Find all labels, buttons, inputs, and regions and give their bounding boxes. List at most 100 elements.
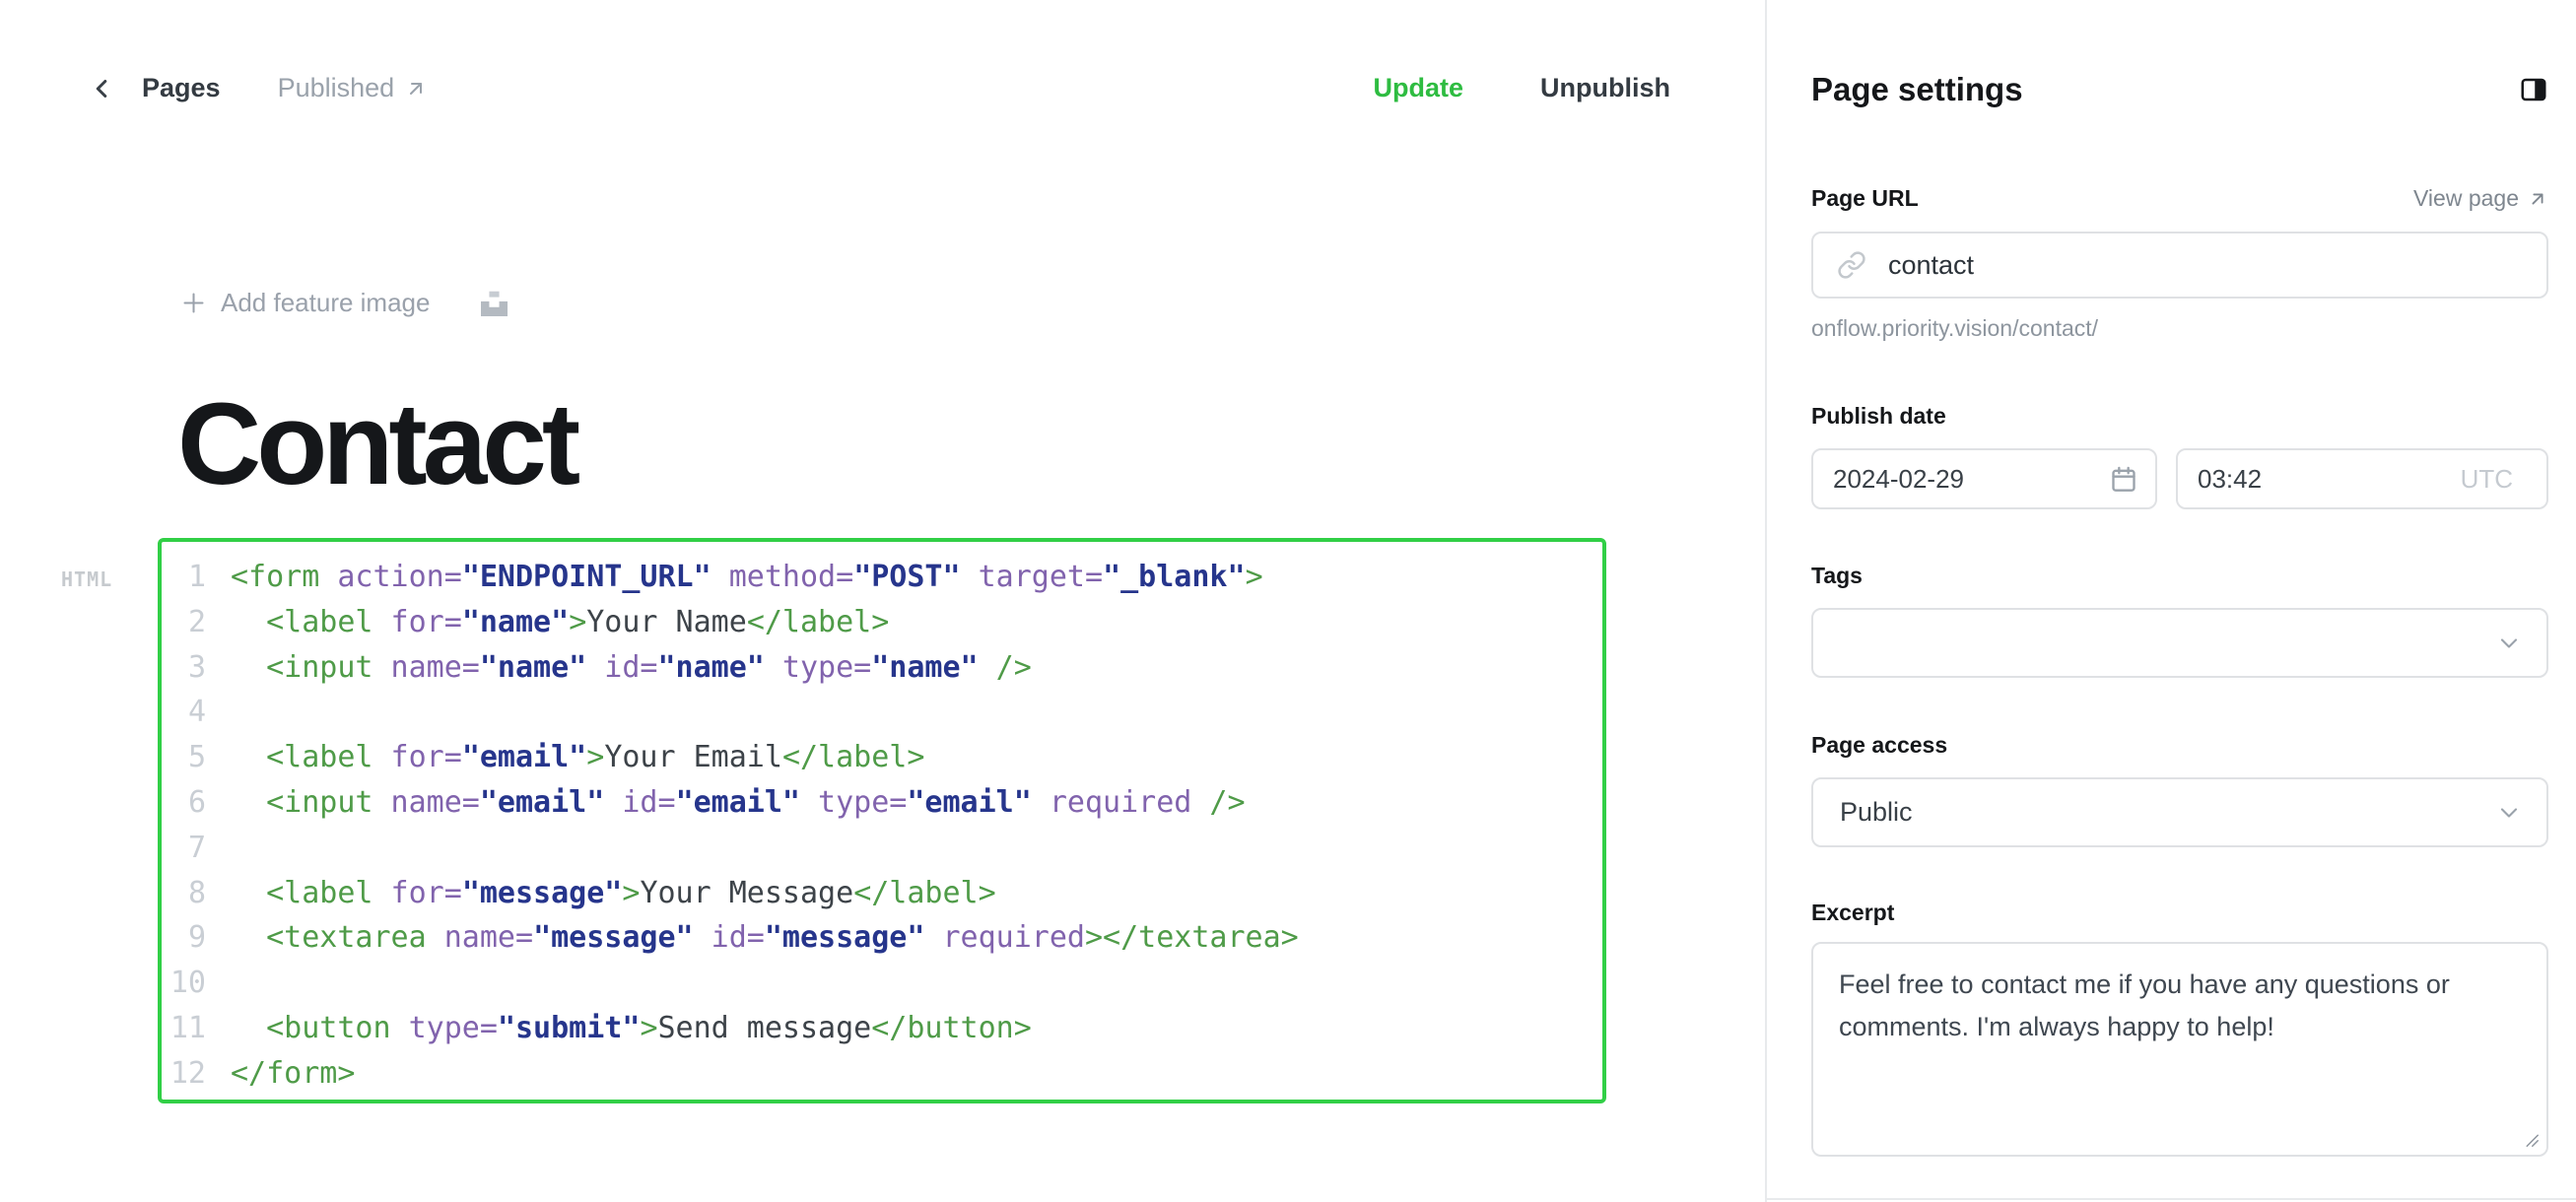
page-settings-sidebar: Page settings Page URL View page contact…	[1767, 0, 2576, 1202]
code-line: 9 <textarea name="message" id="message" …	[162, 915, 1602, 961]
published-status-link[interactable]: Published	[278, 73, 429, 103]
publish-date-input[interactable]: 2024-02-29	[1811, 448, 2157, 509]
publish-time-value: 03:42	[2198, 464, 2262, 495]
code-token: "_blank"	[1103, 555, 1246, 600]
code-token: >	[1246, 555, 1263, 600]
view-page-link[interactable]: View page	[2413, 185, 2548, 212]
publish-time-input[interactable]: 03:42 UTC	[2176, 448, 2548, 509]
code-line: 2 <label for="name">Your Name</label>	[162, 600, 1602, 645]
code-token: type=	[391, 1006, 498, 1051]
page-url-input[interactable]: contact	[1811, 232, 2548, 299]
publish-date-row: 2024-02-29 03:42 UTC	[1811, 448, 2548, 509]
code-token: for=	[373, 871, 462, 916]
breadcrumb-pages-link[interactable]: Pages	[142, 73, 221, 103]
add-feature-image-label[interactable]: Add feature image	[221, 288, 430, 318]
tags-label: Tags	[1811, 563, 2548, 589]
page-url-value: contact	[1888, 250, 1974, 281]
code-token: <input	[231, 645, 373, 691]
code-line: 4	[162, 690, 1602, 735]
code-token: "email"	[907, 780, 1031, 826]
published-label: Published	[278, 73, 395, 103]
line-number: 1	[162, 555, 231, 600]
excerpt-label: Excerpt	[1811, 900, 2548, 926]
line-number: 6	[162, 780, 231, 826]
code-token: "name"	[462, 600, 569, 645]
code-token: name=	[373, 780, 480, 826]
code-token: method=	[712, 555, 854, 600]
editor-main: Pages Published Update Unpublish Add fea…	[0, 0, 1765, 1202]
code-token: "message"	[533, 915, 694, 961]
page-url-label-row: Page URL View page	[1811, 185, 2548, 212]
code-token: >	[569, 600, 586, 645]
code-token: for=	[373, 600, 462, 645]
sidebar-title: Page settings	[1811, 71, 2023, 108]
code-line: 8 <label for="message">Your Message</lab…	[162, 871, 1602, 916]
code-token: "POST"	[853, 555, 960, 600]
html-code-card[interactable]: 1<form action="ENDPOINT_URL" method="POS…	[158, 538, 1606, 1103]
code-token: <label	[231, 871, 373, 916]
excerpt-value: Feel free to contact me if you have any …	[1839, 964, 2450, 1048]
resize-grip-icon	[2519, 1127, 2541, 1149]
page-access-value: Public	[1840, 797, 1913, 828]
code-line: 7	[162, 826, 1602, 871]
excerpt-textarea[interactable]: Feel free to contact me if you have any …	[1811, 942, 2548, 1157]
code-line: 3 <input name="name" id="name" type="nam…	[162, 645, 1602, 691]
code-token: </button>	[871, 1006, 1032, 1051]
code-token: "message"	[765, 915, 925, 961]
line-number: 10	[162, 961, 231, 1006]
code-token: />	[979, 645, 1032, 691]
code-token: required	[1032, 780, 1192, 826]
update-button[interactable]: Update	[1374, 73, 1464, 103]
line-number: 11	[162, 1006, 231, 1051]
code-token: "ENDPOINT_URL"	[462, 555, 712, 600]
feature-image-row: Add feature image	[180, 288, 508, 318]
chevron-left-icon	[87, 74, 116, 103]
code-token: target=	[961, 555, 1104, 600]
panel-toggle-icon	[2519, 75, 2548, 104]
code-token: "email"	[480, 780, 604, 826]
code-token: id=	[604, 780, 675, 826]
add-feature-image-button[interactable]	[180, 290, 207, 316]
unpublish-button[interactable]: Unpublish	[1540, 73, 1670, 103]
page-title[interactable]: Contact	[177, 386, 576, 502]
sidebar-bottom-divider	[1767, 1198, 2576, 1200]
plus-icon	[180, 290, 207, 316]
code-token: <button	[231, 1006, 391, 1051]
page-access-select[interactable]: Public	[1811, 777, 2548, 847]
code-line: 1<form action="ENDPOINT_URL" method="POS…	[162, 555, 1602, 600]
code-token: "name"	[658, 645, 765, 691]
editor-actions: Update Unpublish	[1374, 73, 1671, 103]
code-line: 5 <label for="email">Your Email</label>	[162, 735, 1602, 780]
chevron-down-icon	[2495, 630, 2523, 657]
code-token: Send message	[658, 1006, 872, 1051]
external-arrow-icon	[2527, 188, 2548, 210]
code-token: "email"	[462, 735, 586, 780]
html-card-type-label: HTML	[61, 568, 112, 591]
page-access-label: Page access	[1811, 732, 2548, 759]
code-token: type=	[800, 780, 907, 826]
code-token: <label	[231, 600, 373, 645]
line-number: 12	[162, 1051, 231, 1097]
close-settings-button[interactable]	[2519, 75, 2548, 104]
line-number: 4	[162, 690, 231, 735]
unsplash-button[interactable]	[481, 290, 508, 316]
code-token: >	[622, 871, 640, 916]
calendar-icon	[2110, 465, 2137, 493]
page-editor: Pages Published Update Unpublish Add fea…	[0, 0, 2576, 1202]
code-token: </label>	[782, 735, 925, 780]
resize-handle[interactable]	[2519, 1127, 2541, 1149]
code-token: </label>	[747, 600, 890, 645]
back-button[interactable]	[87, 74, 116, 103]
code-token: name=	[373, 645, 480, 691]
full-url-text: onflow.priority.vision/contact/	[1811, 315, 2548, 342]
tags-select[interactable]	[1811, 608, 2548, 678]
code-token: for=	[373, 735, 462, 780]
code-token: />	[1191, 780, 1245, 826]
breadcrumb: Pages Published	[87, 73, 428, 103]
code-token: "name"	[871, 645, 978, 691]
code-token: <input	[231, 780, 373, 826]
code-token: "email"	[676, 780, 800, 826]
code-token: Your Name	[586, 600, 747, 645]
code-token: "message"	[462, 871, 623, 916]
line-number: 2	[162, 600, 231, 645]
